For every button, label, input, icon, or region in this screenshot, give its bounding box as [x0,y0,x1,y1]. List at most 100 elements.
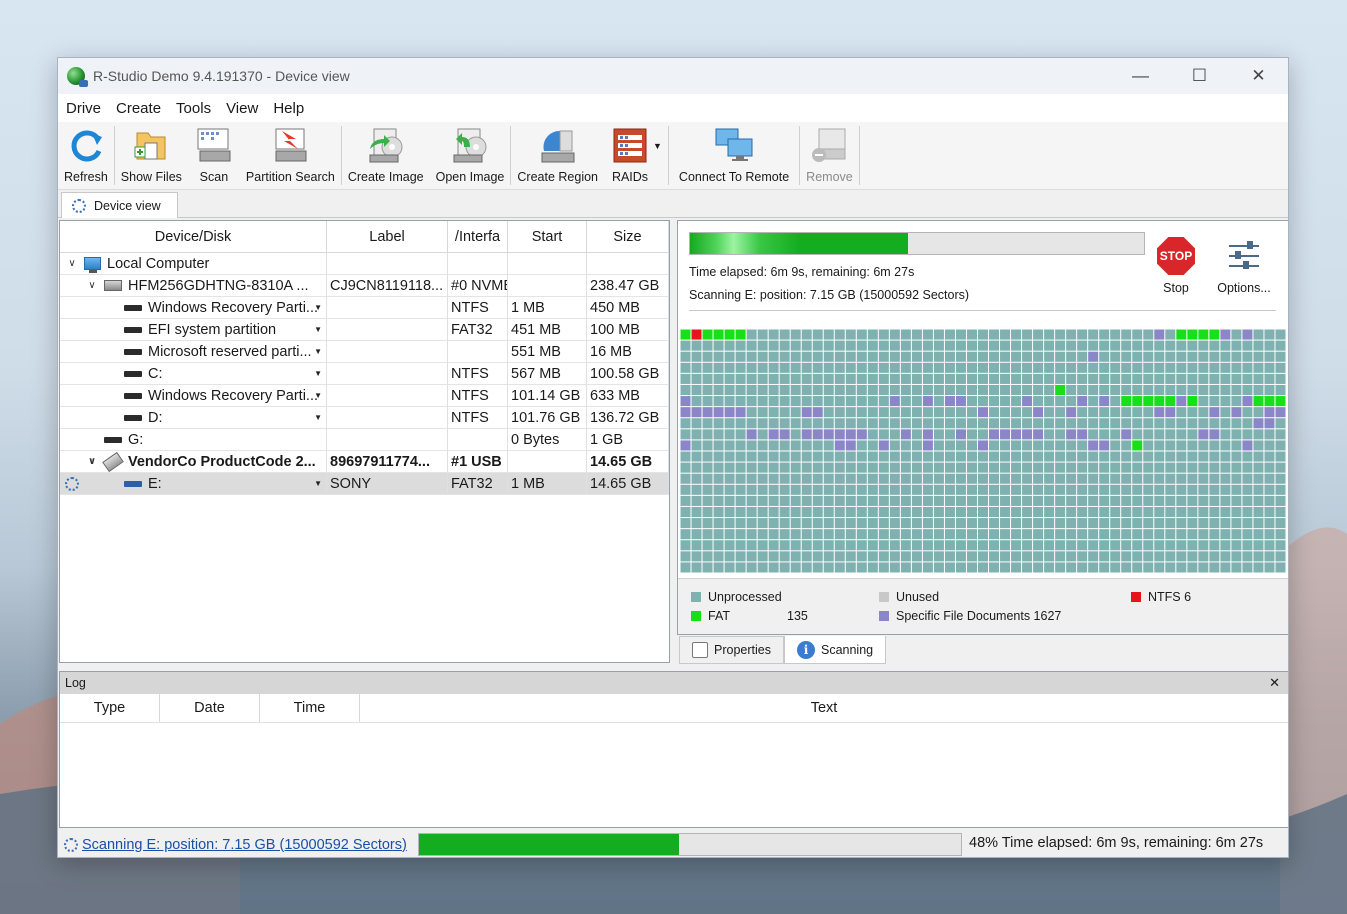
dropdown-caret-icon[interactable]: ▼ [314,413,322,422]
partition-search-button[interactable]: Partition Search [240,122,341,189]
column-interface[interactable]: /Interfa [448,221,508,252]
close-button[interactable]: ✕ [1229,58,1288,94]
create-image-button[interactable]: Create Image [342,122,430,189]
device-table-row[interactable]: Windows Recovery Parti... ▼ NTFS 101.14 GB 6… [60,384,669,407]
dropdown-caret-icon[interactable]: ▼ [314,391,322,400]
sector-block [1066,462,1077,473]
connect-to-remote-button[interactable]: Connect To Remote [669,122,799,189]
raids-button[interactable]: RAIDs [604,122,656,189]
sector-block [900,551,911,562]
column-device-disk[interactable]: Device/Disk [60,221,327,252]
title-bar: R-Studio Demo 9.4.191370 - Device view —… [58,58,1288,94]
menu-view[interactable]: View [226,100,258,117]
remove-drive-icon [812,128,846,162]
sector-block [944,473,955,484]
tab-scanning[interactable]: i Scanning [783,636,887,664]
device-table-row[interactable]: D: ▼ NTFS 101.76 GB 136.72 GB [60,406,669,429]
log-close-icon[interactable]: ✕ [1269,675,1280,691]
sector-block [889,418,900,429]
device-table-row[interactable]: ∨ Local Computer [60,252,669,275]
device-table-row[interactable]: C: ▼ NTFS 567 MB 100.58 GB [60,362,669,385]
device-table-row[interactable]: EFI system partition ▼ FAT32 451 MB 100 MB [60,318,669,341]
sector-block [845,484,856,495]
sector-block [757,407,768,418]
column-label[interactable]: Label [327,221,448,252]
sector-block [1165,407,1176,418]
cell-device-name: E: ▼ [60,472,327,495]
sector-block [757,373,768,384]
open-image-button[interactable]: Open Image [430,122,511,189]
sector-block [680,351,691,362]
menu-help[interactable]: Help [273,100,304,117]
device-table-row[interactable]: ∨ HFM256GDHTNG-8310A ... CJ9CN8119118... #0… [60,274,669,297]
create-region-button[interactable]: Create Region [511,122,604,189]
log-column-time[interactable]: Time [260,694,360,722]
sector-block [1121,373,1132,384]
scan-button[interactable]: Scan [188,122,240,189]
sector-block [1099,440,1110,451]
stop-button[interactable]: STOP Stop [1152,237,1200,295]
sector-block [1231,473,1242,484]
device-table-row[interactable]: E: ▼ SONY FAT32 1 MB 14.65 GB [60,472,669,495]
tab-properties[interactable]: Properties [679,636,784,664]
log-column-type[interactable]: Type [60,694,160,722]
sector-block [834,484,845,495]
menu-create[interactable]: Create [116,100,161,117]
device-table-row[interactable]: Microsoft reserved parti... ▼ 551 MB 16 MB [60,340,669,363]
cell-size: 136.72 GB [587,406,669,429]
expand-toggle-icon[interactable]: ∨ [66,258,78,269]
sector-block [1055,362,1066,373]
sector-block [812,418,823,429]
expand-toggle-icon[interactable]: ∨ [86,280,98,291]
sector-block [680,407,691,418]
sector-block [856,373,867,384]
sector-block [1055,462,1066,473]
sector-block [702,418,713,429]
sector-block [1033,396,1044,407]
dropdown-caret-icon[interactable]: ▼ [314,303,322,312]
sector-block [1275,451,1286,462]
sector-block [735,351,746,362]
device-table-row[interactable]: ∨ VendorCo ProductCode 2... 89697911774...… [60,450,669,473]
sector-block [823,562,834,573]
sector-block [878,484,889,495]
tab-device-view[interactable]: Device view [61,192,178,218]
sector-block [1209,518,1220,529]
sector-block [735,340,746,351]
sector-block [691,373,702,384]
sector-block [702,473,713,484]
sector-block [856,473,867,484]
sector-block [889,506,900,518]
show-files-button[interactable]: Show Files [115,122,188,189]
sector-block [1132,484,1143,495]
maximize-button[interactable]: ☐ [1170,58,1229,94]
expand-toggle-icon[interactable]: ∨ [86,456,98,467]
sector-block [955,329,966,340]
sector-block [1242,462,1253,473]
sector-block [1275,495,1286,506]
remove-button[interactable]: Remove [800,122,859,189]
device-table-row[interactable]: G: 0 Bytes 1 GB [60,428,669,451]
dropdown-caret-icon[interactable]: ▼ [314,325,322,334]
minimize-button[interactable]: — [1111,58,1170,94]
column-size[interactable]: Size [587,221,669,252]
dropdown-caret-icon[interactable]: ▼ [314,479,322,488]
column-start[interactable]: Start [508,221,587,252]
cell-device-name: Windows Recovery Parti... ▼ [60,296,327,319]
device-table-row[interactable]: Windows Recovery Parti... ▼ NTFS 1 MB 450 MB [60,296,669,319]
sector-block [1209,351,1220,362]
sector-block [944,551,955,562]
options-button[interactable]: Options... [1213,237,1275,295]
log-column-date[interactable]: Date [160,694,260,722]
menu-tools[interactable]: Tools [176,100,211,117]
menu-drive[interactable]: Drive [66,100,101,117]
status-scan-link[interactable]: Scanning E: position: 7.15 GB (15000592 … [82,837,407,853]
sector-block [911,329,922,340]
dropdown-caret-icon[interactable]: ▼ [314,369,322,378]
sector-block [867,484,878,495]
refresh-button[interactable]: Refresh [58,122,114,189]
sector-block [1220,462,1231,473]
log-column-text[interactable]: Text [360,694,1288,722]
cell-size [587,252,669,275]
dropdown-caret-icon[interactable]: ▼ [314,347,322,356]
